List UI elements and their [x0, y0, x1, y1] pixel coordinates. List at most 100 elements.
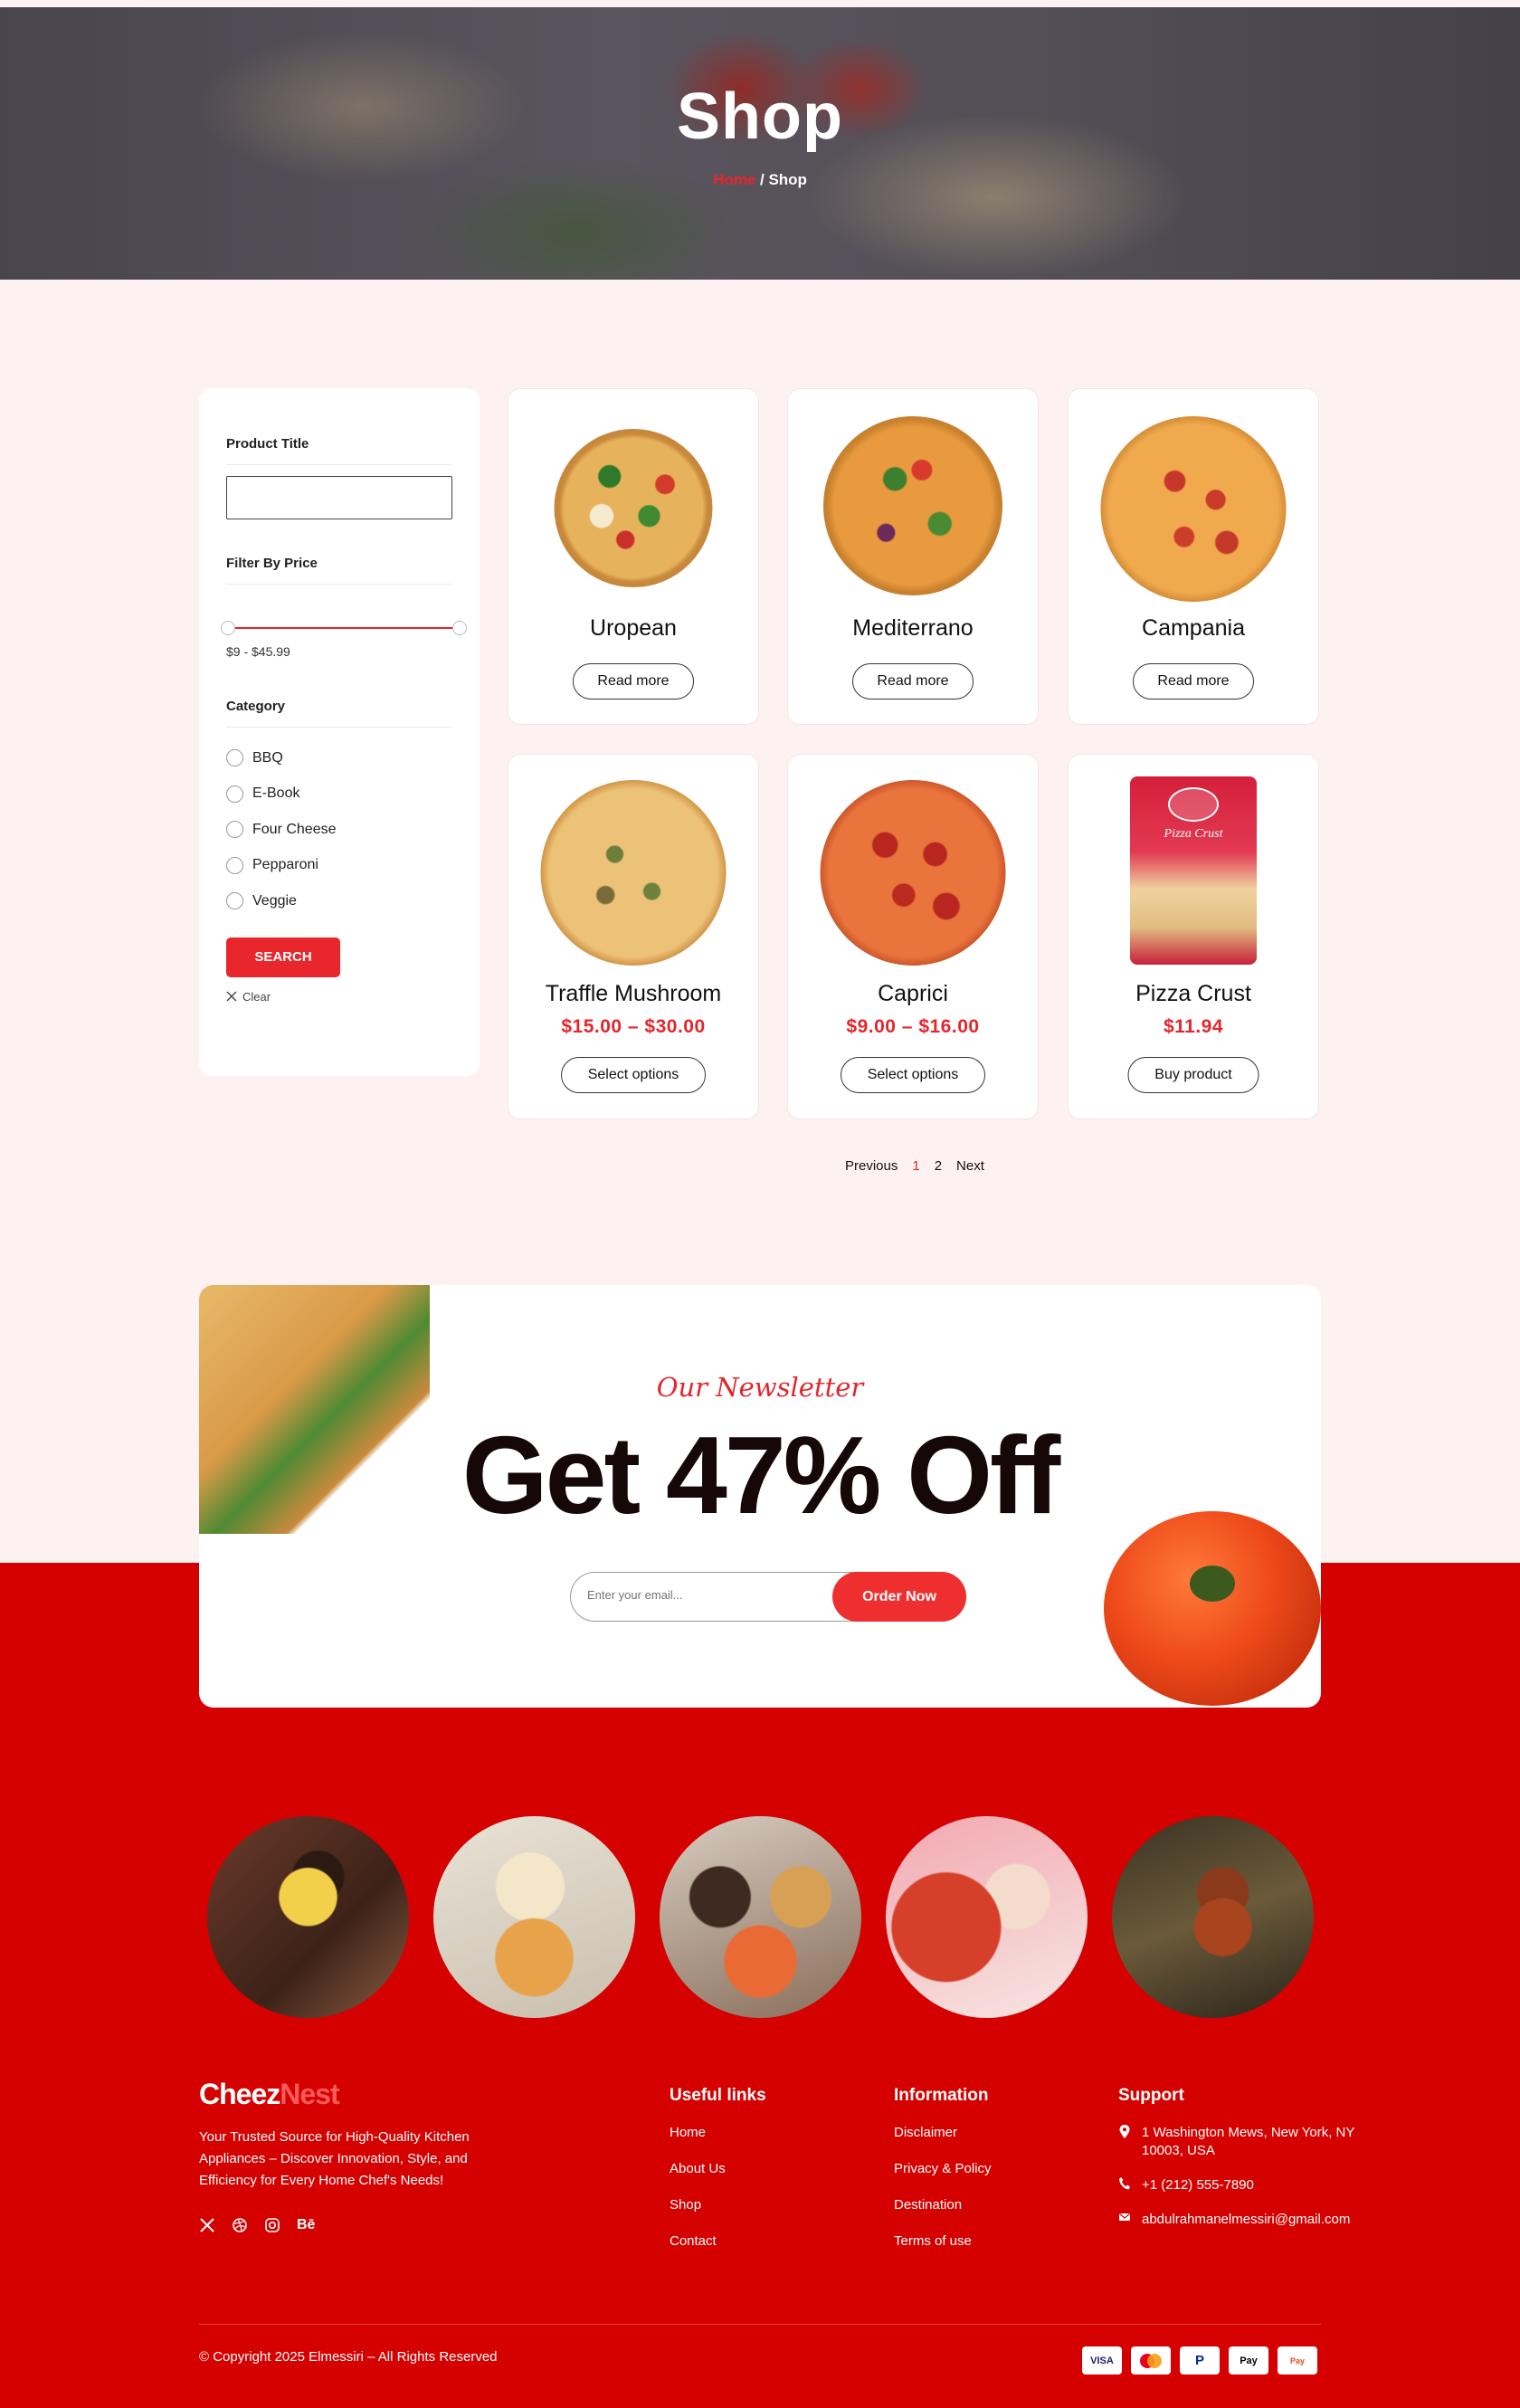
product-card[interactable]: Mediterrano Read more: [787, 388, 1039, 725]
footer-link[interactable]: About Us: [670, 2160, 766, 2196]
price-range-track: [230, 627, 458, 629]
tomato-image: [1104, 1511, 1321, 1706]
product-card[interactable]: Traffle Mushroom $15.00 – $30.00 Select …: [508, 754, 759, 1119]
pagination-previous[interactable]: Previous: [845, 1158, 898, 1174]
footer-about-text: Your Trusted Source for High-Quality Kit…: [199, 2129, 470, 2188]
pagination: Previous 1 2 Next: [845, 1158, 984, 1174]
gallery-photo[interactable]: [660, 1816, 861, 2018]
breadcrumb-home-link[interactable]: Home: [713, 171, 755, 188]
dribbble-icon[interactable]: [232, 2217, 248, 2238]
category-item[interactable]: E-Book: [226, 776, 452, 813]
product-card[interactable]: Campania Read more: [1068, 388, 1319, 725]
clear-filters-link[interactable]: Clear: [226, 990, 452, 1004]
pizza-image[interactable]: [1100, 416, 1287, 602]
footer-link[interactable]: Privacy & Policy: [894, 2160, 992, 2196]
pizza-image[interactable]: [823, 416, 1002, 595]
select-options-button[interactable]: Select options: [841, 1057, 985, 1093]
price-range-slider[interactable]: [221, 619, 467, 637]
product-card[interactable]: Uropean Read more: [508, 388, 759, 725]
search-button[interactable]: SEARCH: [226, 937, 340, 977]
product-card[interactable]: Pizza Crust Pizza Crust $11.94 Buy produ…: [1068, 754, 1319, 1119]
pagination-page[interactable]: 1: [912, 1158, 919, 1174]
support-title: Support: [1118, 2086, 1184, 2105]
footer-link[interactable]: Disclaimer: [894, 2124, 992, 2160]
support-email[interactable]: abdulrahmanelmessiri@gmail.com: [1118, 2211, 1381, 2229]
price-min-handle[interactable]: [221, 621, 235, 635]
product-name[interactable]: Traffle Mushroom: [508, 981, 758, 1007]
product-title-input[interactable]: [226, 476, 452, 519]
instagram-icon[interactable]: [264, 2217, 280, 2238]
mastercard-icon: [1131, 2346, 1171, 2375]
gallery-photo[interactable]: [433, 1816, 635, 2018]
address-text: 1 Washington Mews, New York, NY 10003, U…: [1142, 2125, 1355, 2158]
pizza-image[interactable]: [820, 780, 1006, 966]
gallery-photo[interactable]: [886, 1816, 1088, 2018]
price-max-handle[interactable]: [452, 621, 467, 635]
information-title: Information: [894, 2086, 989, 2105]
category-checkbox[interactable]: [226, 785, 243, 803]
gallery-photo[interactable]: [1112, 1816, 1314, 2018]
mail-icon: [1119, 2213, 1130, 2221]
read-more-button[interactable]: Read more: [852, 663, 974, 700]
category-item[interactable]: Pepparoni: [226, 848, 452, 884]
footer-link[interactable]: Home: [670, 2124, 766, 2160]
category-item[interactable]: BBQ: [226, 740, 452, 776]
product-name[interactable]: Uropean: [508, 615, 758, 642]
footer-link[interactable]: Destination: [894, 2196, 992, 2232]
filter-sidebar: Product Title Filter By Price $9 - $45.9…: [199, 388, 480, 1076]
social-links: Bē: [199, 2217, 315, 2238]
location-pin-icon: [1119, 2125, 1130, 2138]
behance-icon[interactable]: Bē: [297, 2217, 315, 2238]
category-checkbox[interactable]: [226, 821, 243, 839]
category-item[interactable]: Veggie: [226, 883, 452, 919]
category-label-text: BBQ: [252, 749, 283, 766]
page-title: Shop: [677, 81, 843, 153]
category-label-text: Pepparoni: [252, 857, 318, 873]
footer-logo[interactable]: CheezNest: [199, 2078, 340, 2111]
category-label-text: Four Cheese: [252, 821, 337, 837]
product-name[interactable]: Caprici: [788, 981, 1038, 1007]
paypal-icon: P: [1180, 2346, 1220, 2375]
buy-product-button[interactable]: Buy product: [1127, 1057, 1259, 1093]
payoneer-icon: Pay: [1278, 2346, 1317, 2375]
email-text[interactable]: abdulrahmanelmessiri@gmail.com: [1142, 2211, 1350, 2229]
x-icon[interactable]: [199, 2217, 215, 2238]
pizza-image[interactable]: [554, 429, 713, 587]
category-item[interactable]: Four Cheese: [226, 812, 452, 848]
product-price: $11.94: [1163, 1016, 1224, 1037]
product-card[interactable]: Caprici $9.00 – $16.00 Select options: [787, 754, 1039, 1119]
visa-icon: VISA: [1082, 2346, 1122, 2375]
category-checkbox[interactable]: [226, 749, 243, 767]
email-input[interactable]: [587, 1588, 813, 1602]
close-icon: [226, 991, 237, 1002]
footer-information: Information Disclaimer Privacy & Policy …: [894, 2086, 992, 2269]
footer-link[interactable]: Shop: [670, 2196, 766, 2232]
category-label: Category: [226, 699, 452, 728]
read-more-button[interactable]: Read more: [1133, 663, 1254, 700]
pagination-page[interactable]: 2: [935, 1158, 942, 1174]
newsletter-headline: Get 47% Off: [461, 1413, 1061, 1537]
gallery-photo[interactable]: [207, 1816, 409, 2018]
pagination-next[interactable]: Next: [956, 1158, 984, 1174]
apple-pay-icon: Pay: [1229, 2346, 1268, 2375]
select-options-button[interactable]: Select options: [561, 1057, 706, 1093]
useful-links-title: Useful links: [670, 2086, 766, 2105]
order-now-button[interactable]: Order Now: [832, 1572, 966, 1622]
pizza-image[interactable]: [540, 780, 727, 966]
logo-part: Cheez: [199, 2078, 280, 2110]
footer-link[interactable]: Terms of use: [894, 2232, 992, 2269]
category-checkbox[interactable]: [226, 856, 243, 874]
product-name[interactable]: Pizza Crust: [1069, 981, 1318, 1007]
footer-useful-links: Useful links Home About Us Shop Contact: [670, 2086, 766, 2269]
product-price: $9.00 – $16.00: [846, 1016, 980, 1037]
read-more-button[interactable]: Read more: [573, 663, 694, 700]
footer-link[interactable]: Contact: [670, 2232, 766, 2269]
category-checkbox[interactable]: [226, 892, 243, 910]
category-label-text: Veggie: [252, 892, 297, 909]
price-range-value: $9 - $45.99: [226, 644, 290, 659]
product-name[interactable]: Campania: [1069, 615, 1318, 642]
pizza-crust-package-image[interactable]: Pizza Crust: [1130, 776, 1257, 965]
product-name[interactable]: Mediterrano: [788, 615, 1038, 642]
phone-text[interactable]: +1 (212) 555-7890: [1142, 2176, 1254, 2194]
support-phone[interactable]: +1 (212) 555-7890: [1118, 2176, 1381, 2194]
